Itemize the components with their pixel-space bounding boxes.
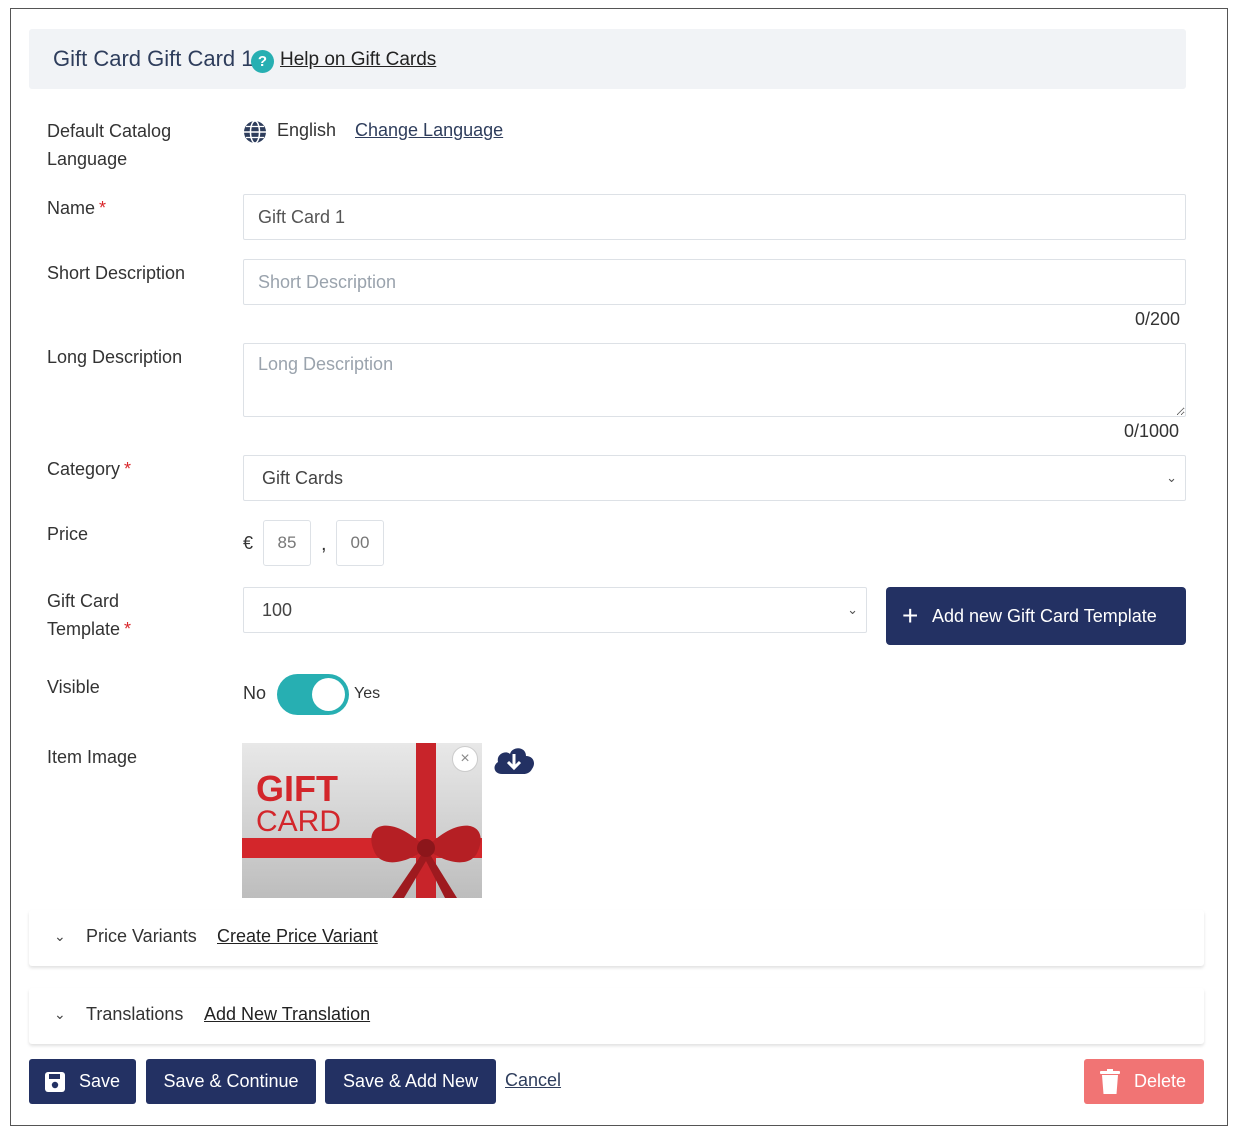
save-button[interactable]: Save <box>29 1059 136 1104</box>
change-language-link[interactable]: Change Language <box>355 120 503 141</box>
translations-title[interactable]: Translations <box>86 1004 183 1025</box>
short-description-input[interactable] <box>243 259 1186 305</box>
chevron-down-icon[interactable]: ⌄ <box>54 1006 66 1023</box>
save-add-new-button[interactable]: Save & Add New <box>325 1059 496 1104</box>
toggle-knob <box>312 678 345 711</box>
globe-icon <box>244 120 266 144</box>
page-title: Gift Card Gift Card 1 <box>53 46 254 71</box>
delete-button[interactable]: Delete <box>1084 1059 1204 1104</box>
help-icon[interactable]: ? <box>251 50 274 73</box>
create-price-variant-link[interactable]: Create Price Variant <box>217 926 378 947</box>
template-label: Gift Card Template * <box>47 591 132 639</box>
visible-toggle[interactable] <box>277 674 349 715</box>
image-text-card: CARD <box>256 805 341 838</box>
add-template-button[interactable]: + Add new Gift Card Template <box>886 587 1186 645</box>
cancel-link[interactable]: Cancel <box>505 1070 561 1091</box>
category-select[interactable]: Gift Cards ⌄ <box>243 455 1186 501</box>
template-select[interactable]: 100 ⌄ <box>243 587 867 633</box>
long-description-counter: 0/1000 <box>1124 421 1180 441</box>
toggle-no-label: No <box>243 683 267 703</box>
current-language: English <box>277 120 337 140</box>
chevron-down-icon: ⌄ <box>847 602 858 617</box>
price-label: Price <box>47 524 89 544</box>
plus-icon: + <box>902 600 919 631</box>
required-mark: * <box>124 619 132 639</box>
price-cents-input[interactable]: 00 <box>336 520 384 566</box>
name-input[interactable]: Gift Card 1 <box>243 194 1186 240</box>
name-label: Name * <box>47 198 107 218</box>
visible-label: Visible <box>47 677 100 697</box>
required-mark: * <box>124 459 132 479</box>
required-mark: * <box>99 198 107 218</box>
floppy-disk-icon <box>45 1072 65 1092</box>
price-whole-input[interactable]: 85 <box>263 520 311 566</box>
toggle-yes-label: Yes <box>354 685 381 702</box>
price-variants-panel: ⌄ Price Variants Create Price Variant <box>29 910 1204 966</box>
item-image-preview: GIFT CARD <box>242 743 482 898</box>
remove-image-button[interactable]: × <box>452 746 478 772</box>
chevron-down-icon[interactable]: ⌄ <box>54 928 66 945</box>
trash-icon <box>1100 1069 1120 1094</box>
add-translation-link[interactable]: Add New Translation <box>204 1004 370 1025</box>
chevron-down-icon: ⌄ <box>1166 470 1177 485</box>
short-description-counter: 0/200 <box>1135 309 1181 329</box>
cloud-download-icon[interactable] <box>490 742 538 778</box>
gift-card-graphic: GIFT CARD <box>242 743 482 898</box>
item-image-label: Item Image <box>47 747 138 767</box>
short-description-label: Short Description <box>47 263 186 283</box>
category-label: Category * <box>47 459 132 479</box>
long-description-label: Long Description <box>47 347 183 367</box>
language-label: Default Catalog Language <box>47 121 172 169</box>
price-separator: , <box>321 533 327 555</box>
currency-symbol: € <box>243 533 254 553</box>
save-continue-button[interactable]: Save & Continue <box>146 1059 316 1104</box>
translations-panel: ⌄ Translations Add New Translation <box>29 988 1204 1044</box>
long-description-textarea[interactable] <box>243 343 1186 417</box>
price-variants-title[interactable]: Price Variants <box>86 926 197 947</box>
image-text-gift: GIFT <box>256 768 338 809</box>
help-link[interactable]: Help on Gift Cards <box>280 49 436 71</box>
